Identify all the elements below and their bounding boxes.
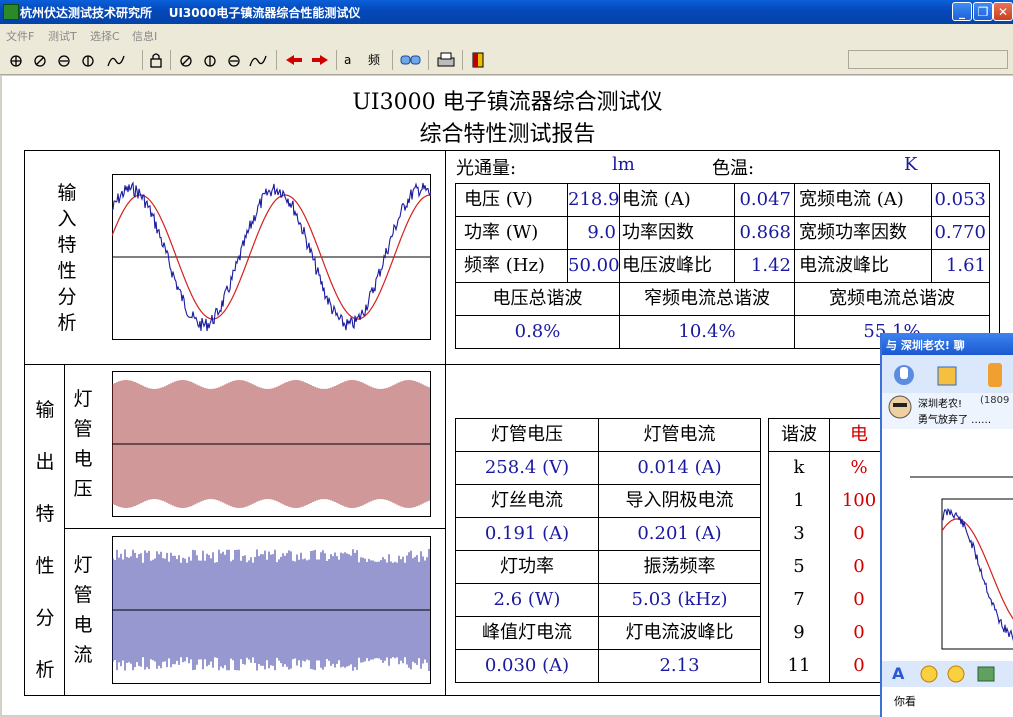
- lamp-voltage-label: 灯管 电压: [73, 388, 93, 500]
- qq-shared-chart-preview: [910, 476, 1013, 650]
- qq-status-text: 勇气放弃了 ……: [918, 415, 992, 426]
- output-param-label: 灯电流波峰比: [598, 616, 761, 650]
- report-page: UI3000 电子镇流器综合测试仪 综合特性测试报告 输入 特性 分析 光通量:…: [2, 76, 1013, 715]
- luminous-flux-unit: lm: [612, 154, 635, 175]
- output-param-label: 振荡频率: [598, 550, 761, 584]
- input-waveform-chart: [112, 174, 431, 340]
- exit-door-icon[interactable]: [470, 51, 486, 69]
- output-param-value: 0.201 (A): [598, 517, 761, 551]
- output-param-value: 2.13: [598, 649, 761, 683]
- qq-title: 与 深圳老农! 聊: [886, 339, 965, 352]
- param-value: 1.42: [734, 249, 795, 283]
- app-icon[interactable]: [3, 4, 19, 20]
- output-param-label: 灯管电压: [455, 418, 599, 452]
- lock-icon[interactable]: [148, 51, 164, 69]
- qq-contact-name: 深圳老农!: [918, 399, 963, 410]
- qq-contact-id: (1809: [980, 395, 1010, 406]
- maximize-button[interactable]: ❐: [973, 2, 993, 21]
- arrow-icons[interactable]: [284, 53, 330, 67]
- menu-bar: 文件F 测试T 选择C 信息I: [0, 24, 1013, 46]
- param-label: 电压波峰比: [619, 249, 735, 283]
- output-param-label: 峰值灯电流: [455, 616, 599, 650]
- param-label: 电流波峰比: [794, 249, 932, 283]
- output-param-label: 导入阴极电流: [598, 484, 761, 518]
- lamp-voltage-chart: [112, 371, 431, 517]
- param-label: 频率 (Hz): [455, 249, 568, 283]
- toolbar: a 频: [0, 46, 1013, 75]
- menu-info[interactable]: 信息I: [132, 28, 157, 44]
- output-param-value: 0.191 (A): [455, 517, 599, 551]
- output-param-value: 0.014 (A): [598, 451, 761, 485]
- output-analysis-label: 输出 特性 分析: [35, 399, 55, 681]
- output-param-label: 灯丝电流: [455, 484, 599, 518]
- qq-chat-window[interactable]: 与 深圳老农! 聊 深圳老农! (1809 勇气放弃了 …… A 你看: [880, 333, 1013, 717]
- report-subtitle: 综合特性测试报告: [419, 122, 596, 147]
- chain-icon[interactable]: [400, 53, 422, 67]
- output-param-label: 灯管电流: [598, 418, 761, 452]
- toolbar-a-label[interactable]: a: [344, 50, 351, 70]
- font-icon[interactable]: A: [892, 664, 904, 683]
- qq-title-bar: 与 深圳老农! 聊: [882, 333, 1013, 355]
- qq-message-input[interactable]: 你看: [882, 687, 1013, 717]
- lamp-current-label: 灯管 电流: [73, 554, 93, 666]
- output-param-value: 0.030 (A): [455, 649, 599, 683]
- thd-header: 宽频电流总谐波: [794, 282, 990, 316]
- param-label: 功率 (W): [455, 216, 568, 250]
- thd-value: 0.8%: [455, 315, 620, 349]
- param-value: 0.770: [931, 216, 990, 250]
- lamp-current-chart: [112, 536, 431, 684]
- param-label: 电压 (V): [455, 183, 568, 217]
- thd-header: 电压总谐波: [455, 282, 620, 316]
- luminous-flux-label: 光通量:: [456, 158, 517, 179]
- toolbar-status-field: [848, 50, 1008, 69]
- input-analysis-label: 输入 特性 分析: [57, 182, 77, 334]
- avatar: [888, 395, 912, 419]
- qq-contact-info: 深圳老农! (1809 勇气放弃了 ……: [882, 393, 1013, 429]
- param-value: 0.047: [734, 183, 795, 217]
- close-button[interactable]: ✕: [993, 2, 1013, 21]
- param-label: 电流 (A): [619, 183, 735, 217]
- thd-value: 10.4%: [619, 315, 795, 349]
- param-value: 9.0: [567, 216, 620, 250]
- thd-header: 窄频电流总谐波: [619, 282, 795, 316]
- menu-file[interactable]: 文件F: [6, 28, 34, 44]
- param-value: 1.61: [931, 249, 990, 283]
- qq-toolbar-icons[interactable]: [890, 361, 1010, 389]
- toolbar-test-icons[interactable]: [6, 52, 146, 70]
- toolbar-measure-icons[interactable]: [178, 52, 270, 70]
- menu-test[interactable]: 测试T: [48, 28, 77, 44]
- param-value: 218.9: [567, 183, 620, 217]
- qq-emoji-icons[interactable]: [920, 665, 1010, 683]
- param-label: 宽频功率因数: [794, 216, 932, 250]
- minimize-button[interactable]: _: [952, 2, 972, 21]
- param-label: 功率因数: [619, 216, 735, 250]
- param-value: 50.00: [567, 249, 620, 283]
- param-label: 宽频电流 (A): [794, 183, 932, 217]
- toolbar-freq-label[interactable]: 频: [368, 50, 380, 70]
- output-param-value: 258.4 (V): [455, 451, 599, 485]
- qq-format-bar: A: [882, 661, 1013, 687]
- param-value: 0.868: [734, 216, 795, 250]
- param-value: 0.053: [931, 183, 990, 217]
- report-title: UI3000 电子镇流器综合测试仪: [352, 90, 663, 115]
- printer-icon[interactable]: [436, 51, 456, 69]
- output-param-label: 灯功率: [455, 550, 599, 584]
- output-param-value: 5.03 (kHz): [598, 583, 761, 617]
- qq-toolbar: [882, 355, 1013, 393]
- color-temp-unit: K: [904, 154, 918, 175]
- window-title: 杭州伏达测试技术研究所 UI3000电子镇流器综合性能测试仪: [20, 6, 361, 20]
- output-param-value: 2.6 (W): [455, 583, 599, 617]
- menu-select[interactable]: 选择C: [90, 28, 120, 44]
- title-bar: 杭州伏达测试技术研究所 UI3000电子镇流器综合性能测试仪 _ ❐ ✕: [0, 0, 1013, 24]
- color-temp-label: 色温:: [712, 158, 755, 179]
